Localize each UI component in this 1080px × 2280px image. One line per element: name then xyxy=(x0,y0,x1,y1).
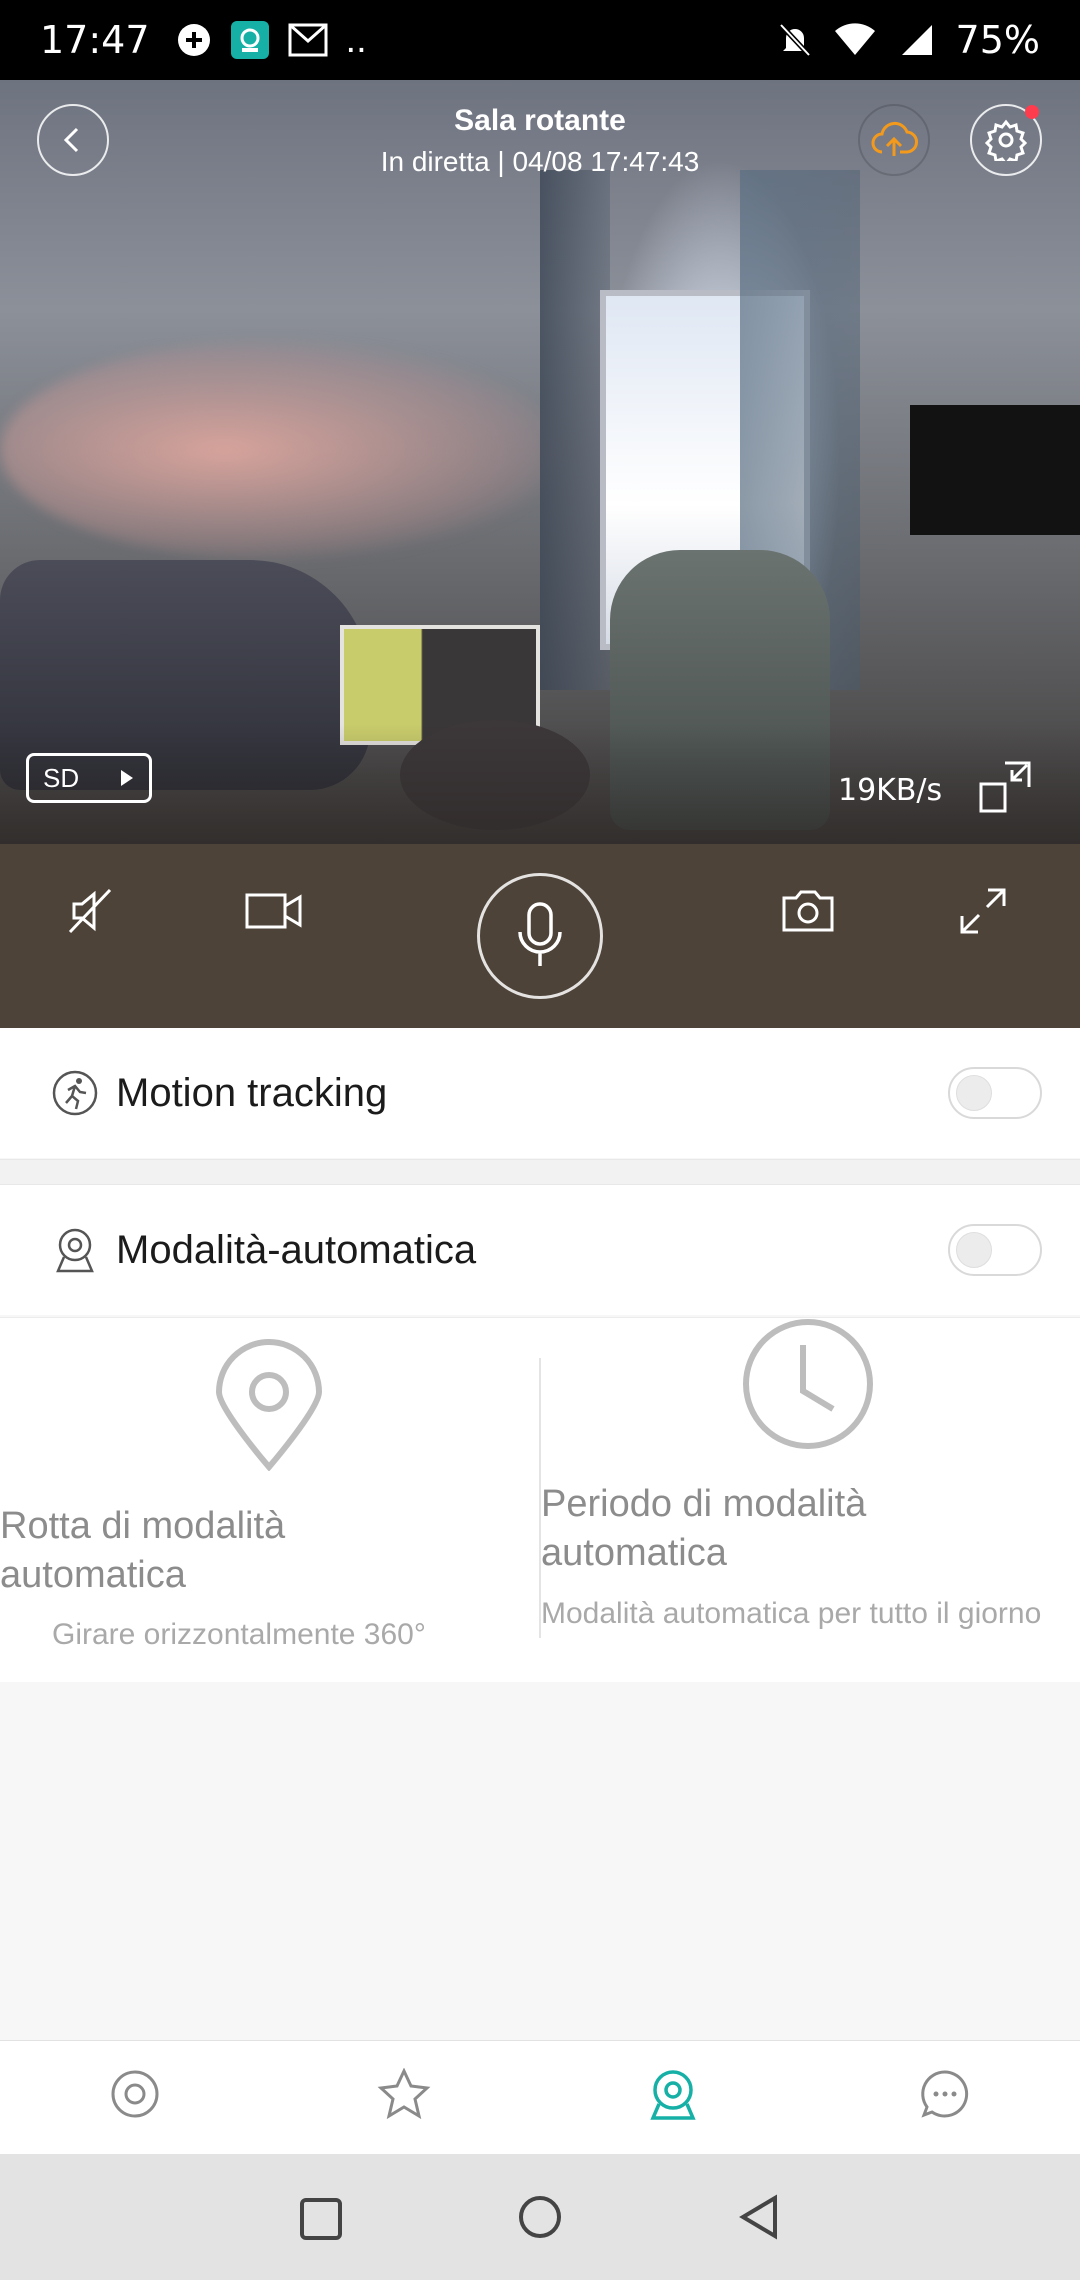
mute-icon xyxy=(68,888,112,934)
auto-route-subtitle: Girare orizzontalmente 360° xyxy=(52,1618,426,1651)
settings-notification-dot xyxy=(1025,105,1039,119)
camera-tab-icon[interactable] xyxy=(647,2068,699,2122)
camera-app-icon xyxy=(230,21,269,59)
favorites-star-icon[interactable] xyxy=(376,2068,432,2120)
messages-icon[interactable] xyxy=(919,2068,971,2120)
auto-period-panel[interactable]: Periodo di modalità automatica Modalità … xyxy=(541,1317,1080,1682)
exit-fullscreen-button[interactable] xyxy=(978,760,1032,819)
bitrate-readout: 19KB/s xyxy=(838,773,943,808)
record-video-icon xyxy=(245,893,302,929)
cloud-upload-icon xyxy=(871,121,918,156)
status-time: 17:47 xyxy=(40,18,150,62)
screenshot-icon xyxy=(782,890,834,932)
running-person-icon xyxy=(52,1070,98,1116)
chevron-left-icon xyxy=(63,127,79,153)
section-separator xyxy=(0,1159,1080,1185)
clock-icon xyxy=(743,1319,873,1449)
auto-route-panel[interactable]: Rotta di modalità automatica Girare oriz… xyxy=(0,1317,539,1682)
auto-mode-toggle[interactable] xyxy=(948,1224,1042,1276)
auto-period-subtitle: Modalità automatica per tutto il giorno xyxy=(541,1597,1042,1630)
microphone-icon xyxy=(518,902,562,966)
microphone-button[interactable] xyxy=(477,873,603,999)
fullscreen-icon xyxy=(960,888,1006,934)
auto-mode-row[interactable]: Modalità-automatica xyxy=(0,1185,1080,1315)
back-triangle-icon[interactable] xyxy=(737,2194,781,2240)
gear-icon xyxy=(985,119,1027,161)
more-dots-icon: .. xyxy=(345,18,367,61)
motion-tracking-row[interactable]: Motion tracking xyxy=(0,1028,1080,1158)
mute-button[interactable] xyxy=(66,886,116,941)
play-triangle-icon xyxy=(121,770,133,786)
mute-bell-icon xyxy=(778,23,811,57)
fullscreen-button[interactable] xyxy=(958,886,1008,941)
camera-live-feed[interactable] xyxy=(0,80,1080,844)
auto-route-title: Rotta di modalità automatica xyxy=(0,1505,286,1596)
webcam-icon xyxy=(56,1228,94,1273)
cloud-upload-button[interactable] xyxy=(858,104,930,176)
recents-square-icon[interactable] xyxy=(298,2196,344,2242)
gmail-icon xyxy=(288,23,328,57)
system-status: 75% xyxy=(778,18,1040,62)
bottom-nav xyxy=(0,2040,1080,2154)
quality-label: SD xyxy=(43,762,80,793)
notification-icons: .. xyxy=(176,19,367,62)
plus-badge-icon xyxy=(177,24,210,56)
home-circle-icon[interactable] xyxy=(517,2194,563,2240)
quality-selector[interactable]: SD xyxy=(26,753,152,803)
home-ring-icon[interactable] xyxy=(109,2068,161,2120)
back-button[interactable] xyxy=(37,104,109,176)
status-bar: 17:47 .. 75% xyxy=(0,0,1080,80)
auto-mode-label: Modalità-automatica xyxy=(116,1227,477,1272)
auto-period-title: Periodo di modalità automatica xyxy=(541,1483,867,1574)
screenshot-button[interactable] xyxy=(780,886,836,941)
record-video-button[interactable] xyxy=(244,886,304,941)
cell-signal-icon xyxy=(901,25,932,55)
wifi-icon xyxy=(834,23,875,55)
battery-percent: 75% xyxy=(955,18,1040,62)
motion-tracking-toggle[interactable] xyxy=(948,1067,1042,1119)
location-pin-icon xyxy=(215,1339,323,1471)
exit-fullscreen-icon xyxy=(979,761,1031,813)
motion-tracking-label: Motion tracking xyxy=(116,1070,388,1115)
